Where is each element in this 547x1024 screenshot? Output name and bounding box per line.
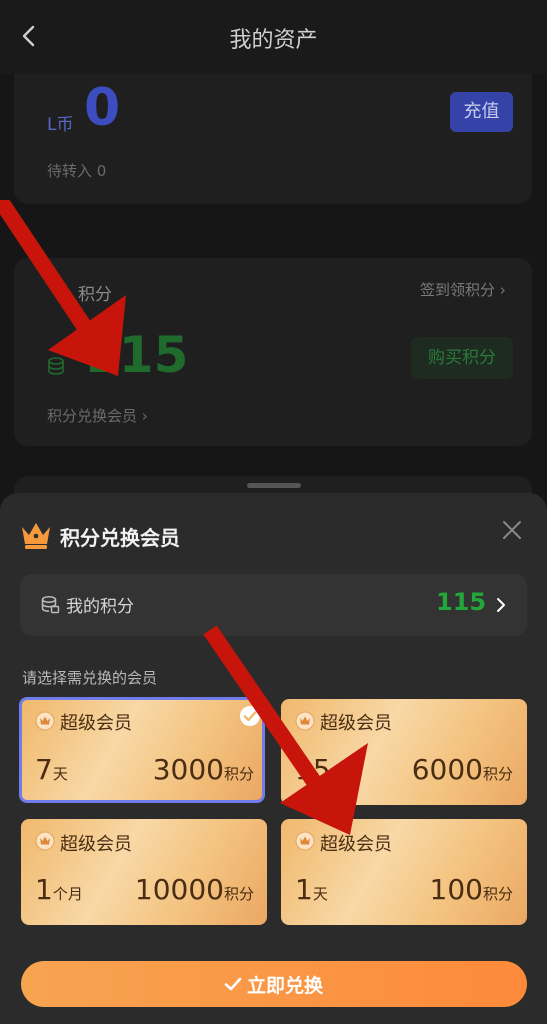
pending-transfer-text: 待转入 0 xyxy=(47,162,107,180)
redeem-now-label: 立即兑换 xyxy=(247,975,324,997)
points-cost: 100 xyxy=(429,873,483,906)
checkin-points-link[interactable]: 签到领积分 › xyxy=(420,279,506,300)
crown-badge-icon xyxy=(35,711,55,731)
my-points-value: 115 xyxy=(436,588,487,616)
points-cost: 10000 xyxy=(134,873,224,906)
buy-points-button[interactable]: 购买积分 xyxy=(411,337,513,379)
points-database-icon xyxy=(41,596,60,614)
check-icon xyxy=(224,977,242,991)
duration-unit: 个月 xyxy=(52,885,83,903)
recharge-button[interactable]: 充值 xyxy=(450,92,513,132)
crown-icon xyxy=(22,523,50,549)
lcoin-balance: 0 xyxy=(84,78,121,138)
chevron-right-icon xyxy=(497,598,505,612)
sheet-grabber[interactable] xyxy=(247,483,301,488)
close-icon[interactable] xyxy=(500,518,524,542)
page-title: 我的资产 xyxy=(229,28,318,53)
points-unit: 积分 xyxy=(223,885,254,903)
duration-unit: 天 xyxy=(312,885,328,903)
option-points: 100积分 xyxy=(400,873,513,906)
sheet-title: 积分兑换会员 xyxy=(60,526,180,550)
annotation-arrow-bottom xyxy=(203,625,368,835)
option-points: 10000积分 xyxy=(120,873,254,906)
option-points: 6000积分 xyxy=(400,753,513,786)
points-unit: 积分 xyxy=(482,885,513,903)
option-name: 超级会员 xyxy=(60,834,132,855)
duration-value: 7 xyxy=(35,753,53,786)
crown-badge-icon xyxy=(35,831,55,851)
option-name: 超级会员 xyxy=(60,713,132,734)
option-duration: 1天 xyxy=(295,873,328,906)
duration-value: 1 xyxy=(295,873,313,906)
annotation-arrow-top xyxy=(0,200,126,376)
duration-value: 1 xyxy=(35,873,53,906)
my-points-label: 我的积分 xyxy=(66,597,134,617)
option-duration: 1个月 xyxy=(35,873,83,906)
duration-unit: 天 xyxy=(52,765,68,783)
points-cost: 6000 xyxy=(411,753,483,786)
option-duration: 7天 xyxy=(35,753,68,786)
lcoin-unit: L币 xyxy=(47,115,74,135)
points-unit: 积分 xyxy=(482,765,513,783)
exchange-membership-link[interactable]: 积分兑换会员 › xyxy=(47,405,148,426)
choose-membership-label: 请选择需兑换的会员 xyxy=(22,669,158,687)
